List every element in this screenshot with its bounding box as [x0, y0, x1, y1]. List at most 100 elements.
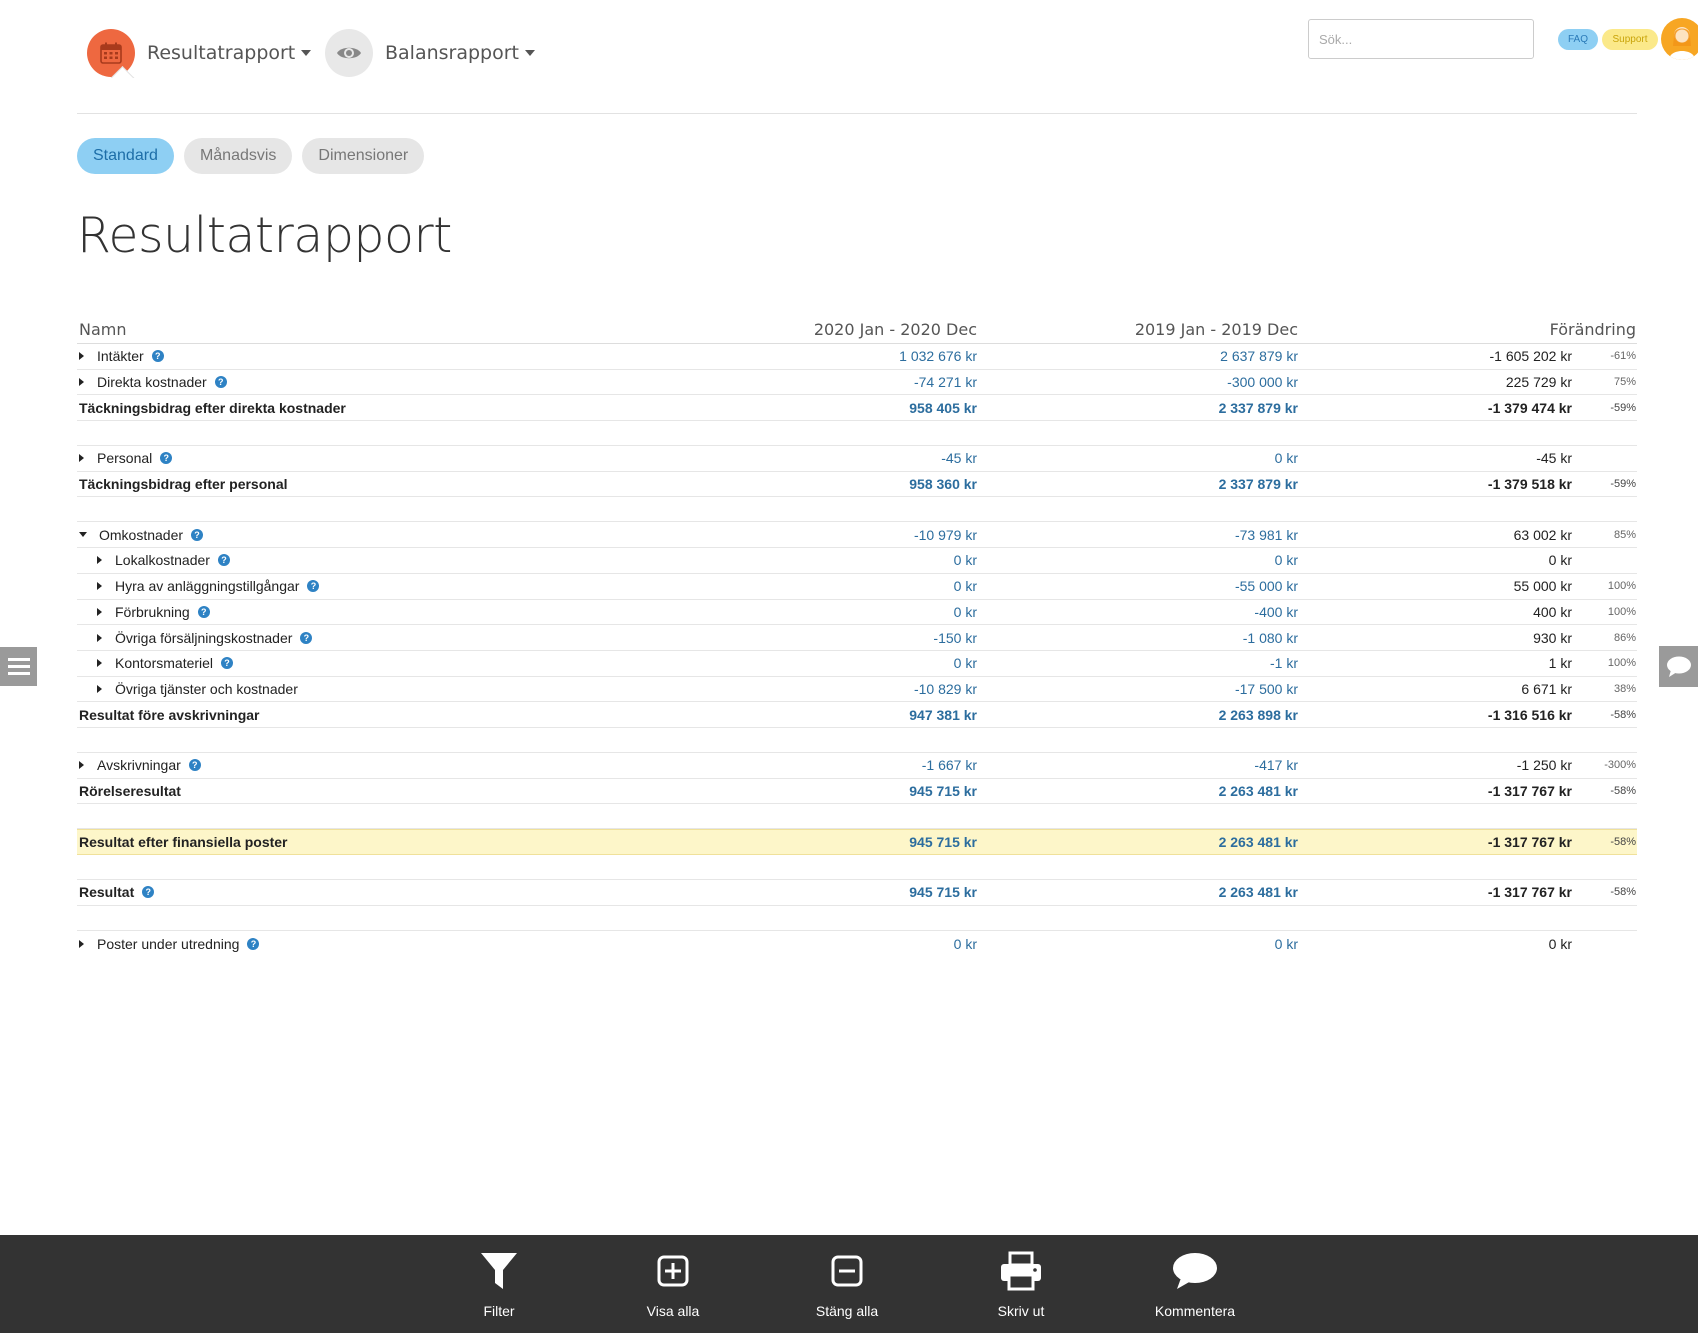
table-row-hyra[interactable]: Hyra av anläggningstillgångar? 0 kr -55 …: [77, 574, 1637, 600]
value-change: -1 605 202 kr: [1489, 348, 1573, 365]
search-input[interactable]: [1308, 19, 1534, 59]
value-2020[interactable]: 0 kr: [954, 655, 977, 671]
value-2019[interactable]: -17 500 kr: [1235, 681, 1298, 697]
expand-icon[interactable]: [97, 684, 102, 693]
value-2019[interactable]: -1 080 kr: [1243, 630, 1298, 646]
expand-icon[interactable]: [97, 633, 102, 642]
report-view-tabs: Standard Månadsvis Dimensioner: [77, 138, 425, 174]
filter-label: Filter: [483, 1303, 515, 1319]
expand-icon[interactable]: [79, 352, 84, 361]
value-2020[interactable]: 1 032 676 kr: [899, 348, 977, 364]
value-2020[interactable]: -1 667 kr: [922, 757, 977, 773]
value-2020[interactable]: 0 kr: [954, 578, 977, 594]
value-2019[interactable]: -1 kr: [1270, 655, 1298, 671]
help-icon[interactable]: ?: [142, 886, 155, 899]
value-2019[interactable]: 2 637 879 kr: [1220, 348, 1298, 364]
change-percent: -59%: [1610, 401, 1636, 414]
table-row-ovriga-forsaljning[interactable]: Övriga försäljningskostnader? -150 kr -1…: [77, 625, 1637, 651]
chat-toggle[interactable]: [1659, 646, 1698, 687]
table-row-avskrivningar[interactable]: Avskrivningar? -1 667 kr -417 kr -1 250 …: [77, 753, 1637, 779]
help-icon[interactable]: ?: [307, 580, 320, 593]
support-badge[interactable]: Support: [1602, 29, 1658, 50]
help-icon[interactable]: ?: [221, 657, 234, 670]
eye-icon: [325, 29, 373, 77]
expand-icon[interactable]: [97, 607, 102, 616]
value-2019[interactable]: 0 kr: [1275, 450, 1298, 466]
balansrapport-menu[interactable]: Balansrapport: [325, 29, 536, 77]
value-2020[interactable]: -150 kr: [933, 630, 977, 646]
expand-icon[interactable]: [79, 761, 84, 770]
help-icon[interactable]: ?: [160, 452, 173, 465]
value-2020[interactable]: 0 kr: [954, 604, 977, 620]
comment-label: Kommentera: [1154, 1303, 1236, 1319]
value-2020[interactable]: -10 979 kr: [914, 527, 977, 543]
row-name: Kontorsmateriel: [115, 655, 214, 672]
show-all-button[interactable]: Visa alla: [613, 1249, 733, 1319]
value-2020[interactable]: -74 271 kr: [914, 374, 977, 390]
value-2020: 947 381 kr: [909, 706, 977, 723]
help-icon[interactable]: ?: [300, 631, 313, 644]
value-2019[interactable]: -417 kr: [1254, 757, 1298, 773]
top-header: Resultatrapport Balansrapport FAQ Suppor…: [77, 0, 1698, 114]
value-change: -1 316 516 kr: [1487, 706, 1572, 723]
table-row-intakter[interactable]: Intäkter? 1 032 676 kr 2 637 879 kr -1 6…: [77, 344, 1637, 370]
expand-icon[interactable]: [97, 659, 102, 668]
help-icon[interactable]: ?: [191, 528, 204, 541]
plus-square-icon: [657, 1249, 689, 1293]
table-row-personal[interactable]: Personal? -45 kr 0 kr -45 kr: [77, 446, 1637, 472]
value-2020[interactable]: -10 829 kr: [914, 681, 977, 697]
value-2019[interactable]: 0 kr: [1275, 552, 1298, 568]
help-icon[interactable]: ?: [247, 937, 260, 950]
table-row-direkta-kostnader[interactable]: Direkta kostnader? -74 271 kr -300 000 k…: [77, 370, 1637, 396]
value-2019[interactable]: -400 kr: [1254, 604, 1298, 620]
resultatrapport-menu[interactable]: Resultatrapport: [87, 29, 312, 77]
expand-icon[interactable]: [79, 454, 84, 463]
close-all-button[interactable]: Stäng alla: [787, 1249, 907, 1319]
value-2020[interactable]: -45 kr: [941, 450, 977, 466]
table-row-lokalkostnader[interactable]: Lokalkostnader? 0 kr 0 kr 0 kr: [77, 548, 1637, 574]
avatar[interactable]: [1661, 18, 1698, 60]
chevron-down-icon: [525, 50, 536, 56]
tab-dimensioner[interactable]: Dimensioner: [302, 138, 425, 174]
report-table: Namn 2020 Jan - 2020 Dec 2019 Jan - 2019…: [77, 318, 1637, 956]
menu-icon-line: [7, 665, 30, 668]
table-row-ovriga-tjanster[interactable]: Övriga tjänster och kostnader -10 829 kr…: [77, 677, 1637, 703]
help-icon[interactable]: ?: [214, 376, 227, 389]
tab-manadsvis[interactable]: Månadsvis: [183, 138, 293, 174]
value-2020[interactable]: 0 kr: [954, 936, 977, 952]
value-change: -45 kr: [1536, 450, 1572, 467]
value-change: 63 002 kr: [1513, 526, 1572, 543]
value-2020[interactable]: 0 kr: [954, 552, 977, 568]
table-row-poster-under-utredning[interactable]: Poster under utredning? 0 kr 0 kr 0 kr: [77, 931, 1637, 957]
expand-icon[interactable]: [79, 378, 84, 387]
help-icon[interactable]: ?: [188, 759, 201, 772]
expand-icon[interactable]: [79, 939, 84, 948]
expand-icon[interactable]: [97, 582, 102, 591]
table-spacer: [77, 855, 1637, 880]
page-title: Resultatrapport: [77, 207, 452, 264]
comment-button[interactable]: Kommentera: [1135, 1249, 1255, 1319]
value-2019[interactable]: -73 981 kr: [1235, 527, 1298, 543]
table-row-forbrukning[interactable]: Förbrukning? 0 kr -400 kr 400 kr 100%: [77, 600, 1637, 626]
value-2019[interactable]: 0 kr: [1275, 936, 1298, 952]
print-button[interactable]: Skriv ut: [961, 1249, 1081, 1319]
value-change: -1 250 kr: [1516, 757, 1572, 774]
filter-button[interactable]: Filter: [439, 1249, 559, 1319]
tab-standard[interactable]: Standard: [77, 138, 174, 174]
faq-badge[interactable]: FAQ: [1558, 29, 1598, 50]
help-icon[interactable]: ?: [197, 605, 210, 618]
value-2019: 2 263 898 kr: [1218, 706, 1298, 723]
table-row-kontorsmateriel[interactable]: Kontorsmateriel? 0 kr -1 kr 1 kr 100%: [77, 651, 1637, 677]
side-menu-toggle[interactable]: [0, 647, 37, 686]
collapse-icon[interactable]: [79, 532, 87, 538]
value-change: 6 671 kr: [1521, 680, 1572, 697]
value-change: 225 729 kr: [1505, 374, 1572, 391]
value-change: -1 317 767 kr: [1487, 782, 1572, 799]
help-icon[interactable]: ?: [151, 350, 164, 363]
expand-icon[interactable]: [97, 556, 102, 565]
table-row-omkostnader[interactable]: Omkostnader? -10 979 kr -73 981 kr 63 00…: [77, 522, 1637, 549]
value-2019[interactable]: -55 000 kr: [1235, 578, 1298, 594]
help-icon[interactable]: ?: [217, 554, 230, 567]
value-2019[interactable]: -300 000 kr: [1227, 374, 1298, 390]
value-2019: 2 263 481 kr: [1218, 782, 1298, 799]
